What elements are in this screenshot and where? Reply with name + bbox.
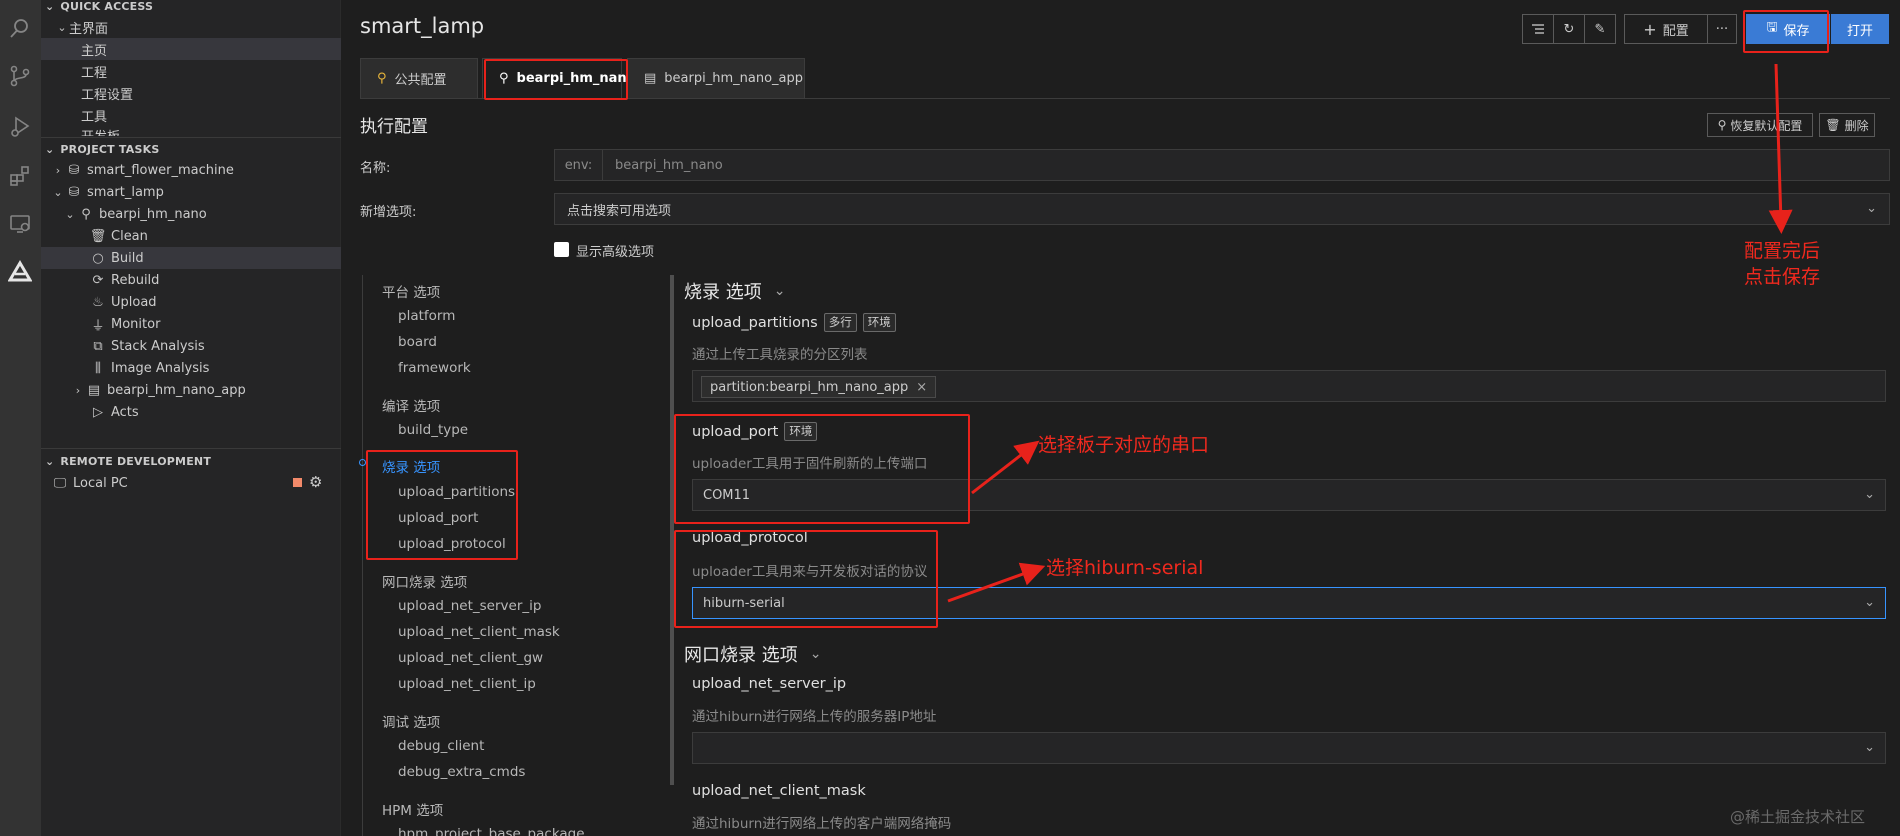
annotation-protocol-note: 选择hiburn-serial (1046, 557, 1204, 579)
arrow-protocol (947, 562, 1046, 603)
arrow-port (971, 440, 1040, 495)
annotation-arrows (947, 63, 1793, 603)
annotation-save-line2: 点击保存 (1744, 266, 1821, 288)
watermark: @稀土掘金技术社区 (1730, 808, 1866, 826)
annotation-port-note: 选择板子对应的串口 (1038, 434, 1210, 456)
arrow-save (1768, 63, 1793, 234)
annotation-save-line1: 配置完后 (1744, 240, 1821, 262)
